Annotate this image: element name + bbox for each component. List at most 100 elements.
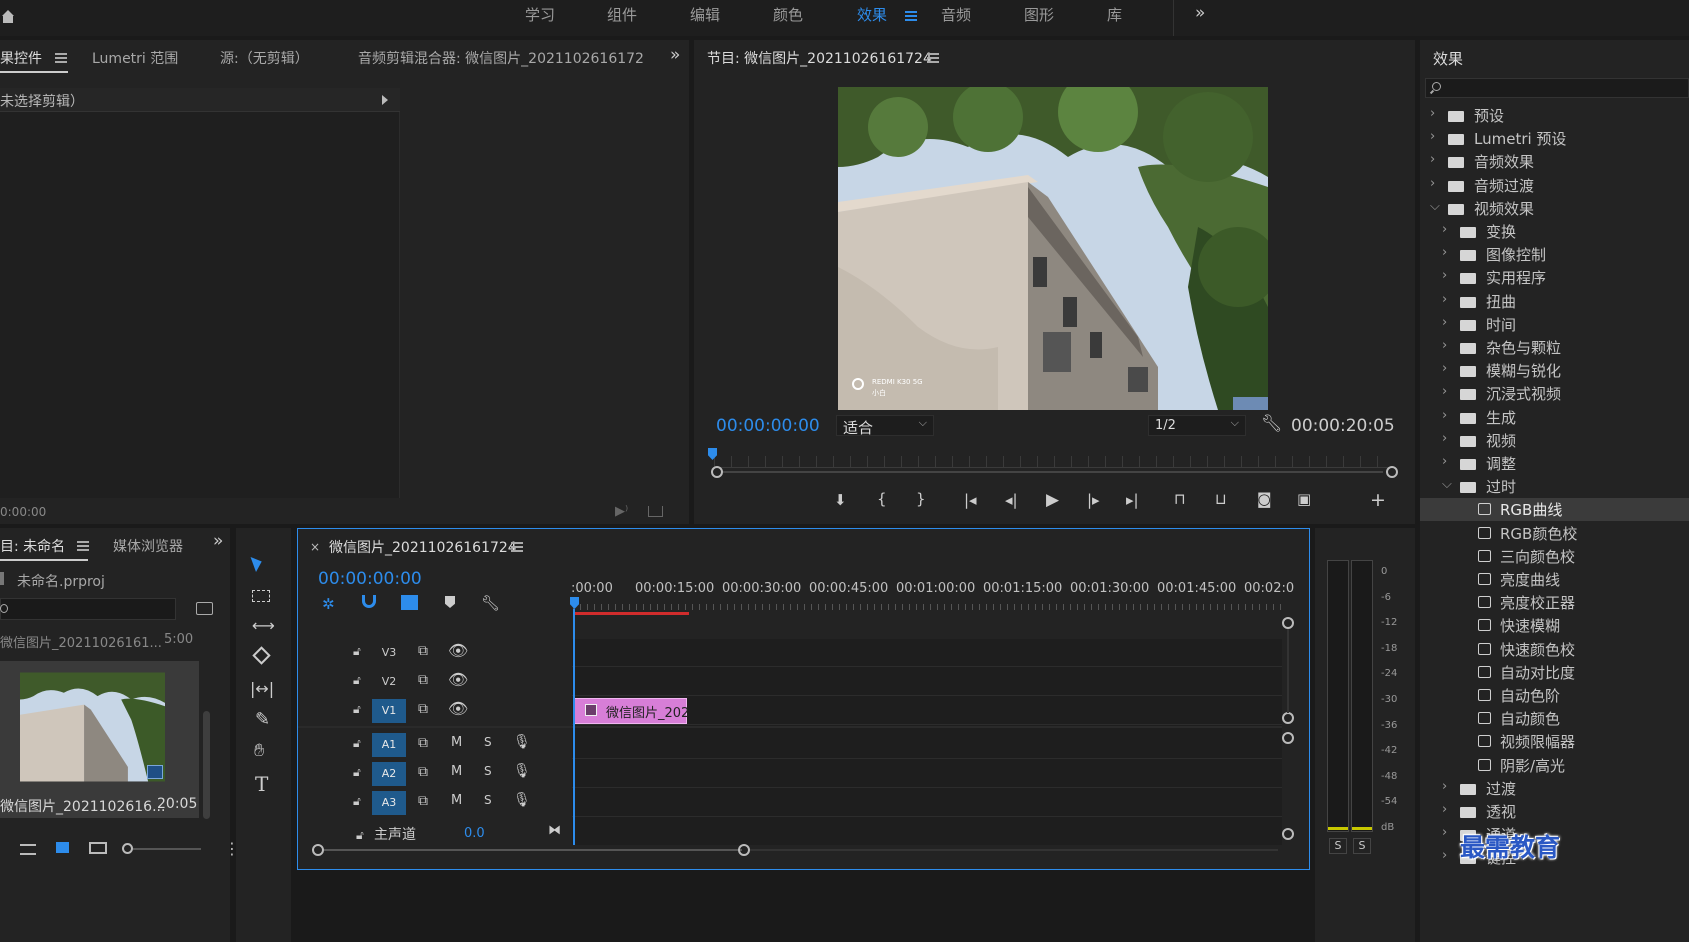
export-frame-camera-icon[interactable]: ◙ bbox=[1257, 490, 1272, 508]
type-tool-icon[interactable]: T bbox=[255, 772, 268, 796]
toggle-sync-lock-icon[interactable]: ⧉ bbox=[418, 764, 428, 780]
timeline-clip-v1[interactable]: 微信图片_202 bbox=[574, 698, 689, 724]
project-panel-overflow-icon[interactable]: » bbox=[213, 531, 223, 551]
effects-tree-item[interactable]: RGB颜色校 bbox=[1420, 522, 1689, 545]
mute-track-button[interactable]: M bbox=[451, 793, 462, 808]
toggle-track-output-eye-icon[interactable]: 👁︎ bbox=[448, 670, 468, 689]
audio-scroll-bottom-handle[interactable] bbox=[1282, 828, 1294, 840]
effects-tree-item[interactable]: › 生成 bbox=[1420, 406, 1689, 429]
track-target-button[interactable]: A2 bbox=[372, 762, 406, 786]
toggle-track-output-eye-icon[interactable]: 👁︎ bbox=[448, 699, 468, 718]
pen-tool-icon[interactable]: ✎ bbox=[255, 709, 270, 730]
effects-tree-item[interactable]: ⌵ 过时 bbox=[1420, 475, 1689, 498]
mark-in-icon[interactable]: { bbox=[877, 490, 887, 508]
effects-tree-item[interactable]: 阴影/高光 bbox=[1420, 754, 1689, 777]
chevron-down-icon[interactable]: ⌵ bbox=[1442, 477, 1452, 492]
chevron-right-icon[interactable]: › bbox=[1430, 129, 1435, 144]
selection-tool-icon[interactable] bbox=[250, 553, 265, 573]
program-monitor-title[interactable]: 节目: 微信图片_20211026161724 bbox=[707, 48, 932, 68]
toggle-sync-lock-icon[interactable]: ⧉ bbox=[418, 672, 428, 688]
go-to-in-icon[interactable]: |◂ bbox=[964, 491, 977, 509]
expand-arrow-icon[interactable] bbox=[382, 95, 388, 105]
audio-scroll-top-handle[interactable] bbox=[1282, 732, 1294, 744]
resolution-dropdown[interactable]: 1/2 ⌵ bbox=[1148, 415, 1246, 436]
effects-tree-item[interactable]: 自动颜色 bbox=[1420, 707, 1689, 730]
track-target-button[interactable]: A1 bbox=[372, 733, 406, 757]
chevron-right-icon[interactable]: › bbox=[1442, 315, 1447, 330]
wrench-settings-icon[interactable]: 🔧︎ bbox=[1261, 414, 1283, 434]
chevron-right-icon[interactable]: › bbox=[1442, 431, 1447, 446]
mark-out-icon[interactable]: } bbox=[916, 490, 926, 508]
timeline-zoom-end-handle[interactable] bbox=[738, 844, 750, 856]
toggle-sync-lock-icon[interactable]: ⧉ bbox=[418, 735, 428, 751]
panel-overflow-icon[interactable]: » bbox=[670, 45, 680, 65]
project-search-input[interactable] bbox=[0, 598, 176, 620]
solo-track-button[interactable]: S bbox=[484, 764, 492, 778]
chevron-right-icon[interactable]: › bbox=[1442, 779, 1447, 794]
chevron-right-icon[interactable]: › bbox=[1442, 268, 1447, 283]
track-target-button[interactable]: V2 bbox=[372, 670, 406, 694]
toggle-track-output-eye-icon[interactable]: 👁︎ bbox=[448, 641, 468, 660]
go-to-out-icon[interactable]: ▸| bbox=[1126, 491, 1139, 509]
program-monitor-menu-icon[interactable] bbox=[927, 53, 939, 63]
solo-track-button[interactable]: S bbox=[484, 735, 492, 749]
effects-tree-item[interactable]: 快速模糊 bbox=[1420, 614, 1689, 637]
effects-tree-item[interactable]: › 调整 bbox=[1420, 452, 1689, 475]
track-lock-icon[interactable]: 🔓︎ bbox=[353, 702, 361, 717]
video-scroll-top-handle[interactable] bbox=[1282, 617, 1294, 629]
chevron-right-icon[interactable]: › bbox=[1442, 361, 1447, 376]
effects-tree-item[interactable]: 快速颜色校 bbox=[1420, 638, 1689, 661]
solo-left-button[interactable]: S bbox=[1329, 838, 1347, 854]
track-lock-icon[interactable]: 🔓︎ bbox=[353, 644, 361, 659]
workspace-tab-effects[interactable]: 效果 bbox=[857, 4, 887, 25]
effects-tree-item[interactable]: › 模糊与锐化 bbox=[1420, 359, 1689, 382]
chevron-right-icon[interactable]: › bbox=[1442, 338, 1447, 353]
effects-tree-item[interactable]: › 变换 bbox=[1420, 220, 1689, 243]
workspace-effects-menu-icon[interactable] bbox=[905, 11, 917, 21]
lift-icon[interactable]: ⊓ bbox=[1174, 490, 1186, 508]
zoom-end-handle[interactable] bbox=[1386, 466, 1398, 478]
chevron-right-icon[interactable]: › bbox=[1442, 408, 1447, 423]
track-lock-icon[interactable]: 🔓︎ bbox=[353, 765, 361, 780]
effects-tree-item[interactable]: › 过渡 bbox=[1420, 777, 1689, 800]
workspace-tab-libraries[interactable]: 库 bbox=[1107, 4, 1122, 25]
freeform-view-icon[interactable] bbox=[89, 842, 107, 854]
project-scrollbar[interactable] bbox=[203, 711, 210, 819]
track-target-button[interactable]: A3 bbox=[372, 791, 406, 815]
program-video-frame[interactable]: REDMI K30 5G 小白 bbox=[838, 87, 1268, 410]
track-lock-icon[interactable]: 🔓︎ bbox=[353, 673, 361, 688]
tab-audio-clip-mixer[interactable]: 音频剪辑混合器: 微信图片_2021102616172 bbox=[358, 48, 644, 68]
chevron-right-icon[interactable]: › bbox=[1430, 176, 1435, 191]
program-timecode[interactable]: 00:00:00:00 bbox=[716, 416, 820, 436]
master-volume-value[interactable]: 0.0 bbox=[464, 826, 485, 841]
chevron-right-icon[interactable]: › bbox=[1442, 384, 1447, 399]
chevron-right-icon[interactable]: › bbox=[1442, 848, 1447, 863]
voice-over-mic-icon[interactable]: 🎙︎ bbox=[513, 792, 531, 808]
effects-tree-item[interactable]: › 实用程序 bbox=[1420, 266, 1689, 289]
step-forward-icon[interactable]: |▸ bbox=[1087, 491, 1100, 509]
effects-tree-item[interactable]: › 音频过渡 bbox=[1420, 174, 1689, 197]
chevron-right-icon[interactable]: › bbox=[1442, 222, 1447, 237]
effects-tree-item[interactable]: › 沉浸式视频 bbox=[1420, 382, 1689, 405]
fit-dropdown[interactable]: 适合 ⌵ bbox=[836, 415, 934, 437]
workspace-tab-color[interactable]: 颜色 bbox=[773, 4, 803, 25]
toggle-sync-lock-icon[interactable]: ⧉ bbox=[418, 793, 428, 809]
workspace-tab-audio[interactable]: 音频 bbox=[941, 4, 971, 25]
effects-tree-item[interactable]: 自动对比度 bbox=[1420, 661, 1689, 684]
icon-view-icon[interactable] bbox=[56, 842, 69, 853]
effect-controls-menu-icon[interactable] bbox=[55, 53, 67, 63]
track-select-tool-icon[interactable] bbox=[252, 590, 270, 602]
effects-tree-item[interactable]: › 扭曲 bbox=[1420, 290, 1689, 313]
hand-tool-icon[interactable]: ✋︎ bbox=[254, 740, 264, 761]
effects-tree-item[interactable]: › Lumetri 预设 bbox=[1420, 127, 1689, 150]
solo-right-button[interactable]: S bbox=[1353, 838, 1371, 854]
mute-track-button[interactable]: M bbox=[451, 735, 462, 750]
track-lock-icon[interactable]: 🔓︎ bbox=[353, 736, 361, 751]
voice-over-mic-icon[interactable]: 🎙︎ bbox=[513, 734, 531, 750]
clip-thumbnail-card[interactable]: 微信图片_2021102616... 20:05 bbox=[0, 661, 199, 818]
effects-tree-item[interactable]: 三向颜色校 bbox=[1420, 545, 1689, 568]
thumbnail-zoom-slider[interactable] bbox=[133, 848, 201, 850]
toggle-sync-lock-icon[interactable]: ⧉ bbox=[418, 701, 428, 717]
chevron-down-icon[interactable]: ⌵ bbox=[1430, 199, 1440, 214]
workspace-tab-graphics[interactable]: 图形 bbox=[1024, 4, 1054, 25]
